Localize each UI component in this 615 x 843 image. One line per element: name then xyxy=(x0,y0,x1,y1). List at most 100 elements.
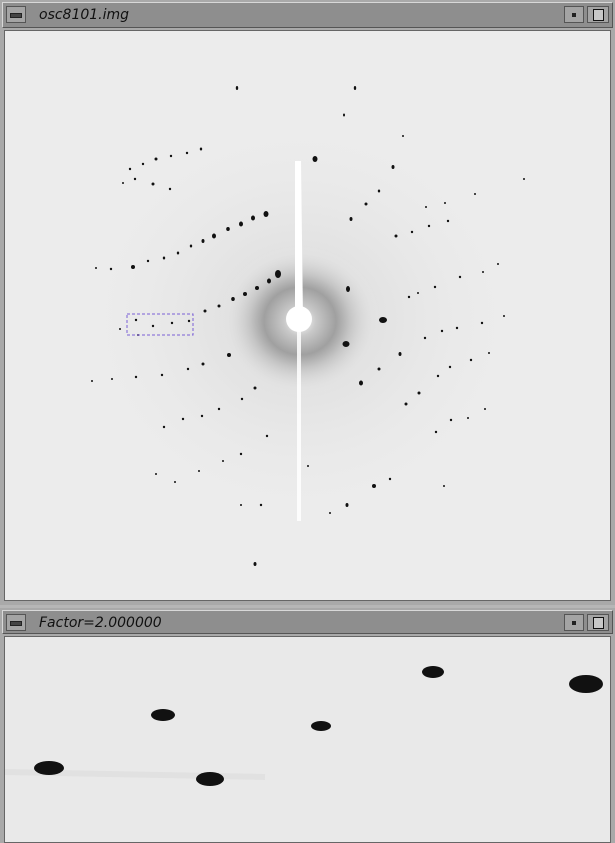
diffraction-spot xyxy=(146,259,150,263)
diffraction-spot xyxy=(434,430,438,434)
diffraction-spot xyxy=(253,386,257,390)
main-window-title: osc8101.img xyxy=(39,7,130,23)
diffraction-spot xyxy=(402,135,404,137)
diffraction-spot xyxy=(217,304,221,308)
diffraction-spot xyxy=(329,512,331,514)
diffraction-spot xyxy=(433,285,437,289)
diffraction-spot xyxy=(222,460,224,462)
diffraction-spot xyxy=(372,484,376,488)
diffraction-spot xyxy=(312,156,318,162)
diffraction-spot xyxy=(119,328,121,330)
beamstop-arm xyxy=(297,331,301,521)
diffraction-spot xyxy=(186,367,190,371)
diffraction-spot xyxy=(155,473,157,475)
diffraction-spot xyxy=(201,239,205,243)
zoomed-spot xyxy=(151,709,175,721)
diffraction-spot xyxy=(169,154,173,158)
diffraction-image-window: osc8101.img xyxy=(0,0,615,605)
diffraction-spot xyxy=(231,297,235,301)
window-menu-icon[interactable] xyxy=(6,6,26,23)
diffraction-spot xyxy=(388,477,392,481)
diffraction-spot xyxy=(259,503,263,507)
zoom-title-bar[interactable]: Factor=2.000000 xyxy=(2,610,613,634)
zoomed-spot xyxy=(422,666,444,678)
diffraction-spot xyxy=(523,178,525,180)
diffraction-spot xyxy=(253,562,257,566)
diffraction-spot xyxy=(391,165,395,169)
diffraction-spot xyxy=(484,408,486,410)
diffraction-image-view[interactable] xyxy=(4,30,611,601)
diffraction-spot xyxy=(394,234,398,238)
window-menu-icon[interactable] xyxy=(6,614,26,631)
diffraction-spot xyxy=(410,230,414,234)
diffraction-spot xyxy=(436,374,440,378)
zoom-window-title: Factor=2.000000 xyxy=(39,615,162,631)
diffraction-spot xyxy=(444,202,446,204)
diffraction-spot xyxy=(151,324,155,328)
diffraction-spot xyxy=(198,470,200,472)
diffraction-spot xyxy=(455,326,459,330)
diffraction-spot xyxy=(160,373,164,377)
diffraction-spot xyxy=(469,358,473,362)
diffraction-spot xyxy=(407,295,411,299)
diffraction-spot xyxy=(168,187,172,191)
diffraction-spot xyxy=(122,182,124,184)
diffraction-pattern xyxy=(5,31,610,600)
diffraction-spot xyxy=(141,162,145,166)
diffraction-spot xyxy=(364,202,368,206)
diffraction-spot xyxy=(200,414,204,418)
diffraction-spot xyxy=(109,267,113,271)
diffraction-spot xyxy=(203,309,207,313)
diffraction-spot xyxy=(189,244,193,248)
diffraction-spot xyxy=(425,206,427,208)
iconify-icon[interactable] xyxy=(564,6,584,23)
diffraction-spot xyxy=(345,503,349,507)
diffraction-spot xyxy=(379,317,387,323)
main-title-bar[interactable]: osc8101.img xyxy=(2,2,613,28)
diffraction-spot xyxy=(342,341,350,347)
diffraction-spot xyxy=(255,286,259,290)
diffraction-spot xyxy=(240,397,244,401)
zoom-view[interactable] xyxy=(4,636,611,843)
diffraction-spot xyxy=(133,177,137,181)
maximize-icon[interactable] xyxy=(587,6,609,23)
diffraction-spot xyxy=(151,182,155,186)
diffraction-spot xyxy=(201,362,205,366)
diffraction-spot xyxy=(267,278,271,284)
diffraction-spot xyxy=(458,275,462,279)
diffraction-spot xyxy=(226,227,230,231)
diffraction-spot xyxy=(423,336,427,340)
diffraction-spot xyxy=(446,219,450,223)
diffraction-spot xyxy=(265,434,269,438)
diffraction-spot xyxy=(235,86,239,90)
diffraction-spot xyxy=(346,286,350,292)
diffraction-spot xyxy=(417,391,421,395)
diffraction-spot xyxy=(185,151,189,155)
diffraction-spot xyxy=(227,353,231,357)
diffraction-spot xyxy=(307,465,309,467)
maximize-icon[interactable] xyxy=(587,614,609,631)
diffraction-spot xyxy=(427,224,431,228)
diffraction-spot xyxy=(239,452,243,456)
diffraction-spot xyxy=(417,292,419,294)
diffraction-spot xyxy=(377,189,381,193)
diffraction-spot xyxy=(243,292,247,296)
diffraction-spot xyxy=(497,263,499,265)
diffraction-spot xyxy=(443,485,445,487)
diffraction-spot xyxy=(404,402,408,406)
diffraction-spot xyxy=(488,352,490,354)
diffraction-spot xyxy=(95,267,97,269)
iconify-icon[interactable] xyxy=(564,614,584,631)
diffraction-spot xyxy=(239,221,243,227)
diffraction-spot xyxy=(212,233,216,239)
diffraction-spot xyxy=(467,417,469,419)
diffraction-spot xyxy=(131,265,135,269)
diffraction-spot xyxy=(134,375,138,379)
diffraction-spot xyxy=(349,217,353,221)
diffraction-spot xyxy=(170,321,174,325)
zoomed-spots xyxy=(5,637,610,842)
diffraction-spot xyxy=(480,321,484,325)
diffraction-spot xyxy=(398,352,402,356)
beam-center xyxy=(286,306,312,332)
diffraction-spot xyxy=(343,113,345,117)
